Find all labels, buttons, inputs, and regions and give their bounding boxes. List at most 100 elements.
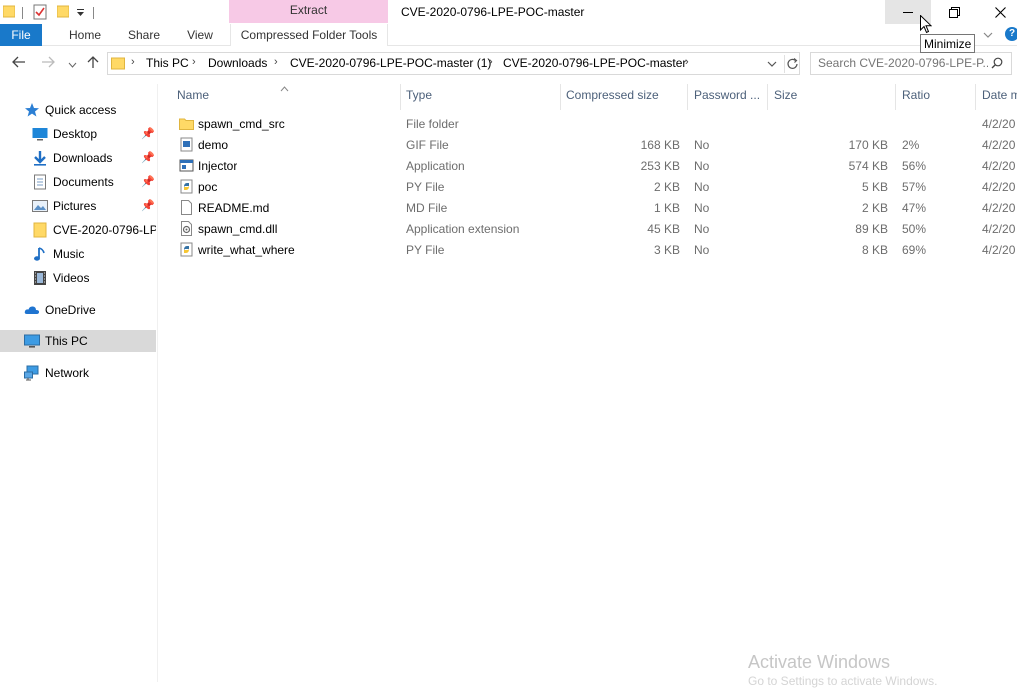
- breadcrumb-separator[interactable]: ›: [489, 56, 493, 68]
- separator: [93, 7, 95, 22]
- sidebar-item-label: Videos: [53, 271, 90, 285]
- image-file-icon: [179, 137, 194, 152]
- table-row[interactable]: demo GIF File 168 KB No 170 KB 2% 4/2/20: [160, 134, 1017, 155]
- close-button[interactable]: [977, 0, 1017, 24]
- column-divider[interactable]: [975, 84, 976, 110]
- table-row[interactable]: README.md MD File 1 KB No 2 KB 47% 4/2/2…: [160, 197, 1017, 218]
- sidebar-item-documents[interactable]: Documents 📌: [0, 171, 156, 193]
- new-folder-icon[interactable]: [56, 4, 70, 21]
- file-type: PY File: [406, 243, 445, 257]
- table-row[interactable]: spawn_cmd_src File folder 4/2/20: [160, 113, 1017, 134]
- file-date: 4/2/20: [982, 117, 1016, 131]
- pin-icon[interactable]: 📌: [141, 199, 155, 212]
- column-header-size[interactable]: Size: [774, 88, 884, 110]
- column-divider[interactable]: [687, 84, 688, 110]
- file-type: GIF File: [406, 138, 449, 152]
- file-name: spawn_cmd_src: [198, 117, 285, 131]
- sidebar-item-desktop[interactable]: Desktop 📌: [0, 123, 156, 145]
- address-bar[interactable]: › This PC › Downloads › CVE-2020-0796-LP…: [107, 52, 800, 75]
- sidebar-item-quick-access[interactable]: Quick access: [0, 99, 156, 121]
- sidebar-item-cve-folder[interactable]: CVE-2020-0796-LPE: [0, 219, 156, 241]
- breadcrumb-parent-folder[interactable]: CVE-2020-0796-LPE-POC-master (1): [290, 56, 491, 70]
- file-date: 4/2/20: [982, 138, 1016, 152]
- address-dropdown-button[interactable]: [766, 55, 782, 73]
- column-divider[interactable]: [400, 84, 401, 110]
- file-type: File folder: [406, 117, 459, 131]
- column-divider[interactable]: [767, 84, 768, 110]
- table-row[interactable]: write_what_where PY File 3 KB No 8 KB 69…: [160, 239, 1017, 260]
- breadcrumb-downloads[interactable]: Downloads: [208, 56, 267, 70]
- column-divider[interactable]: [560, 84, 561, 110]
- refresh-button[interactable]: [784, 55, 800, 73]
- tab-compressed-folder-tools[interactable]: Compressed Folder Tools: [230, 24, 388, 46]
- properties-icon[interactable]: [33, 4, 47, 23]
- pin-icon[interactable]: 📌: [141, 127, 155, 140]
- up-button[interactable]: [84, 55, 102, 73]
- file-date: 4/2/20: [982, 180, 1016, 194]
- table-row[interactable]: Injector Application 253 KB No 574 KB 56…: [160, 155, 1017, 176]
- sidebar-item-network[interactable]: Network: [0, 362, 156, 384]
- file-password: No: [694, 138, 710, 152]
- column-divider[interactable]: [895, 84, 896, 110]
- tab-view[interactable]: View: [182, 24, 218, 46]
- table-row[interactable]: spawn_cmd.dll Application extension 45 K…: [160, 218, 1017, 239]
- table-row[interactable]: poc PY File 2 KB No 5 KB 57% 4/2/20: [160, 176, 1017, 197]
- sidebar-item-music[interactable]: Music: [0, 243, 156, 265]
- music-note-icon: [32, 246, 48, 262]
- sidebar-item-label: Downloads: [53, 151, 113, 165]
- tab-file[interactable]: File: [0, 24, 42, 46]
- file-password: No: [694, 243, 710, 257]
- breadcrumb-separator[interactable]: ›: [131, 56, 135, 68]
- application-icon: [179, 158, 194, 173]
- forward-button[interactable]: [39, 55, 57, 73]
- pin-icon[interactable]: 📌: [141, 175, 155, 188]
- sidebar-item-onedrive[interactable]: OneDrive: [0, 299, 156, 321]
- file-name: Injector: [198, 159, 238, 173]
- help-icon[interactable]: ?: [1005, 27, 1017, 41]
- breadcrumb-separator[interactable]: ›: [192, 56, 196, 68]
- recent-locations-button[interactable]: [63, 55, 81, 73]
- folder-icon: [32, 222, 48, 238]
- column-header-type[interactable]: Type: [406, 88, 556, 110]
- tab-share[interactable]: Share: [124, 24, 164, 46]
- file-name: poc: [198, 180, 218, 194]
- column-header-date-modified[interactable]: Date m: [982, 88, 1017, 110]
- file-ratio: 57%: [902, 180, 927, 194]
- column-header-ratio[interactable]: Ratio: [902, 88, 972, 110]
- navigation-bar: › This PC › Downloads › CVE-2020-0796-LP…: [0, 48, 1017, 80]
- network-icon: [24, 365, 40, 381]
- up-arrow-icon: [87, 56, 99, 68]
- sidebar-item-this-pc[interactable]: This PC: [0, 330, 156, 352]
- sidebar-item-pictures[interactable]: Pictures 📌: [0, 195, 156, 217]
- restore-button[interactable]: [931, 0, 977, 24]
- file-type: Application extension: [406, 222, 520, 236]
- sidebar-item-label: Documents: [53, 175, 114, 189]
- sidebar-item-label: Pictures: [53, 199, 97, 213]
- file-compressed-size: 2 KB: [653, 180, 680, 194]
- column-header-name[interactable]: Name: [177, 88, 397, 110]
- file-size: 8 KB: [861, 243, 888, 257]
- chevron-down-icon: [68, 62, 76, 68]
- forward-arrow-icon: [42, 56, 55, 68]
- folder-icon[interactable]: [2, 4, 16, 21]
- breadcrumb-separator[interactable]: ›: [274, 56, 278, 68]
- column-header-password[interactable]: Password ...: [694, 88, 764, 110]
- breadcrumb-this-pc[interactable]: This PC: [146, 56, 189, 70]
- sidebar-item-downloads[interactable]: Downloads 📌: [0, 147, 156, 169]
- tab-home[interactable]: Home: [62, 24, 108, 46]
- customize-toolbar-icon[interactable]: [76, 6, 85, 20]
- breadcrumb-separator[interactable]: ›: [685, 56, 689, 68]
- file-name: README.md: [198, 201, 270, 215]
- breadcrumb-current-folder[interactable]: CVE-2020-0796-LPE-POC-master: [503, 56, 686, 70]
- computer-icon: [24, 333, 40, 349]
- search-icon[interactable]: [991, 57, 1003, 72]
- context-tab-extract[interactable]: Extract: [229, 0, 388, 23]
- pin-icon[interactable]: 📌: [141, 151, 155, 164]
- chevron-down-icon[interactable]: [983, 28, 993, 42]
- back-button[interactable]: [10, 55, 28, 73]
- python-file-icon: [179, 242, 194, 257]
- search-box[interactable]: [810, 52, 1012, 75]
- search-input[interactable]: [818, 56, 988, 70]
- sidebar-item-videos[interactable]: Videos: [0, 267, 156, 289]
- column-header-compressed-size[interactable]: Compressed size: [566, 88, 686, 110]
